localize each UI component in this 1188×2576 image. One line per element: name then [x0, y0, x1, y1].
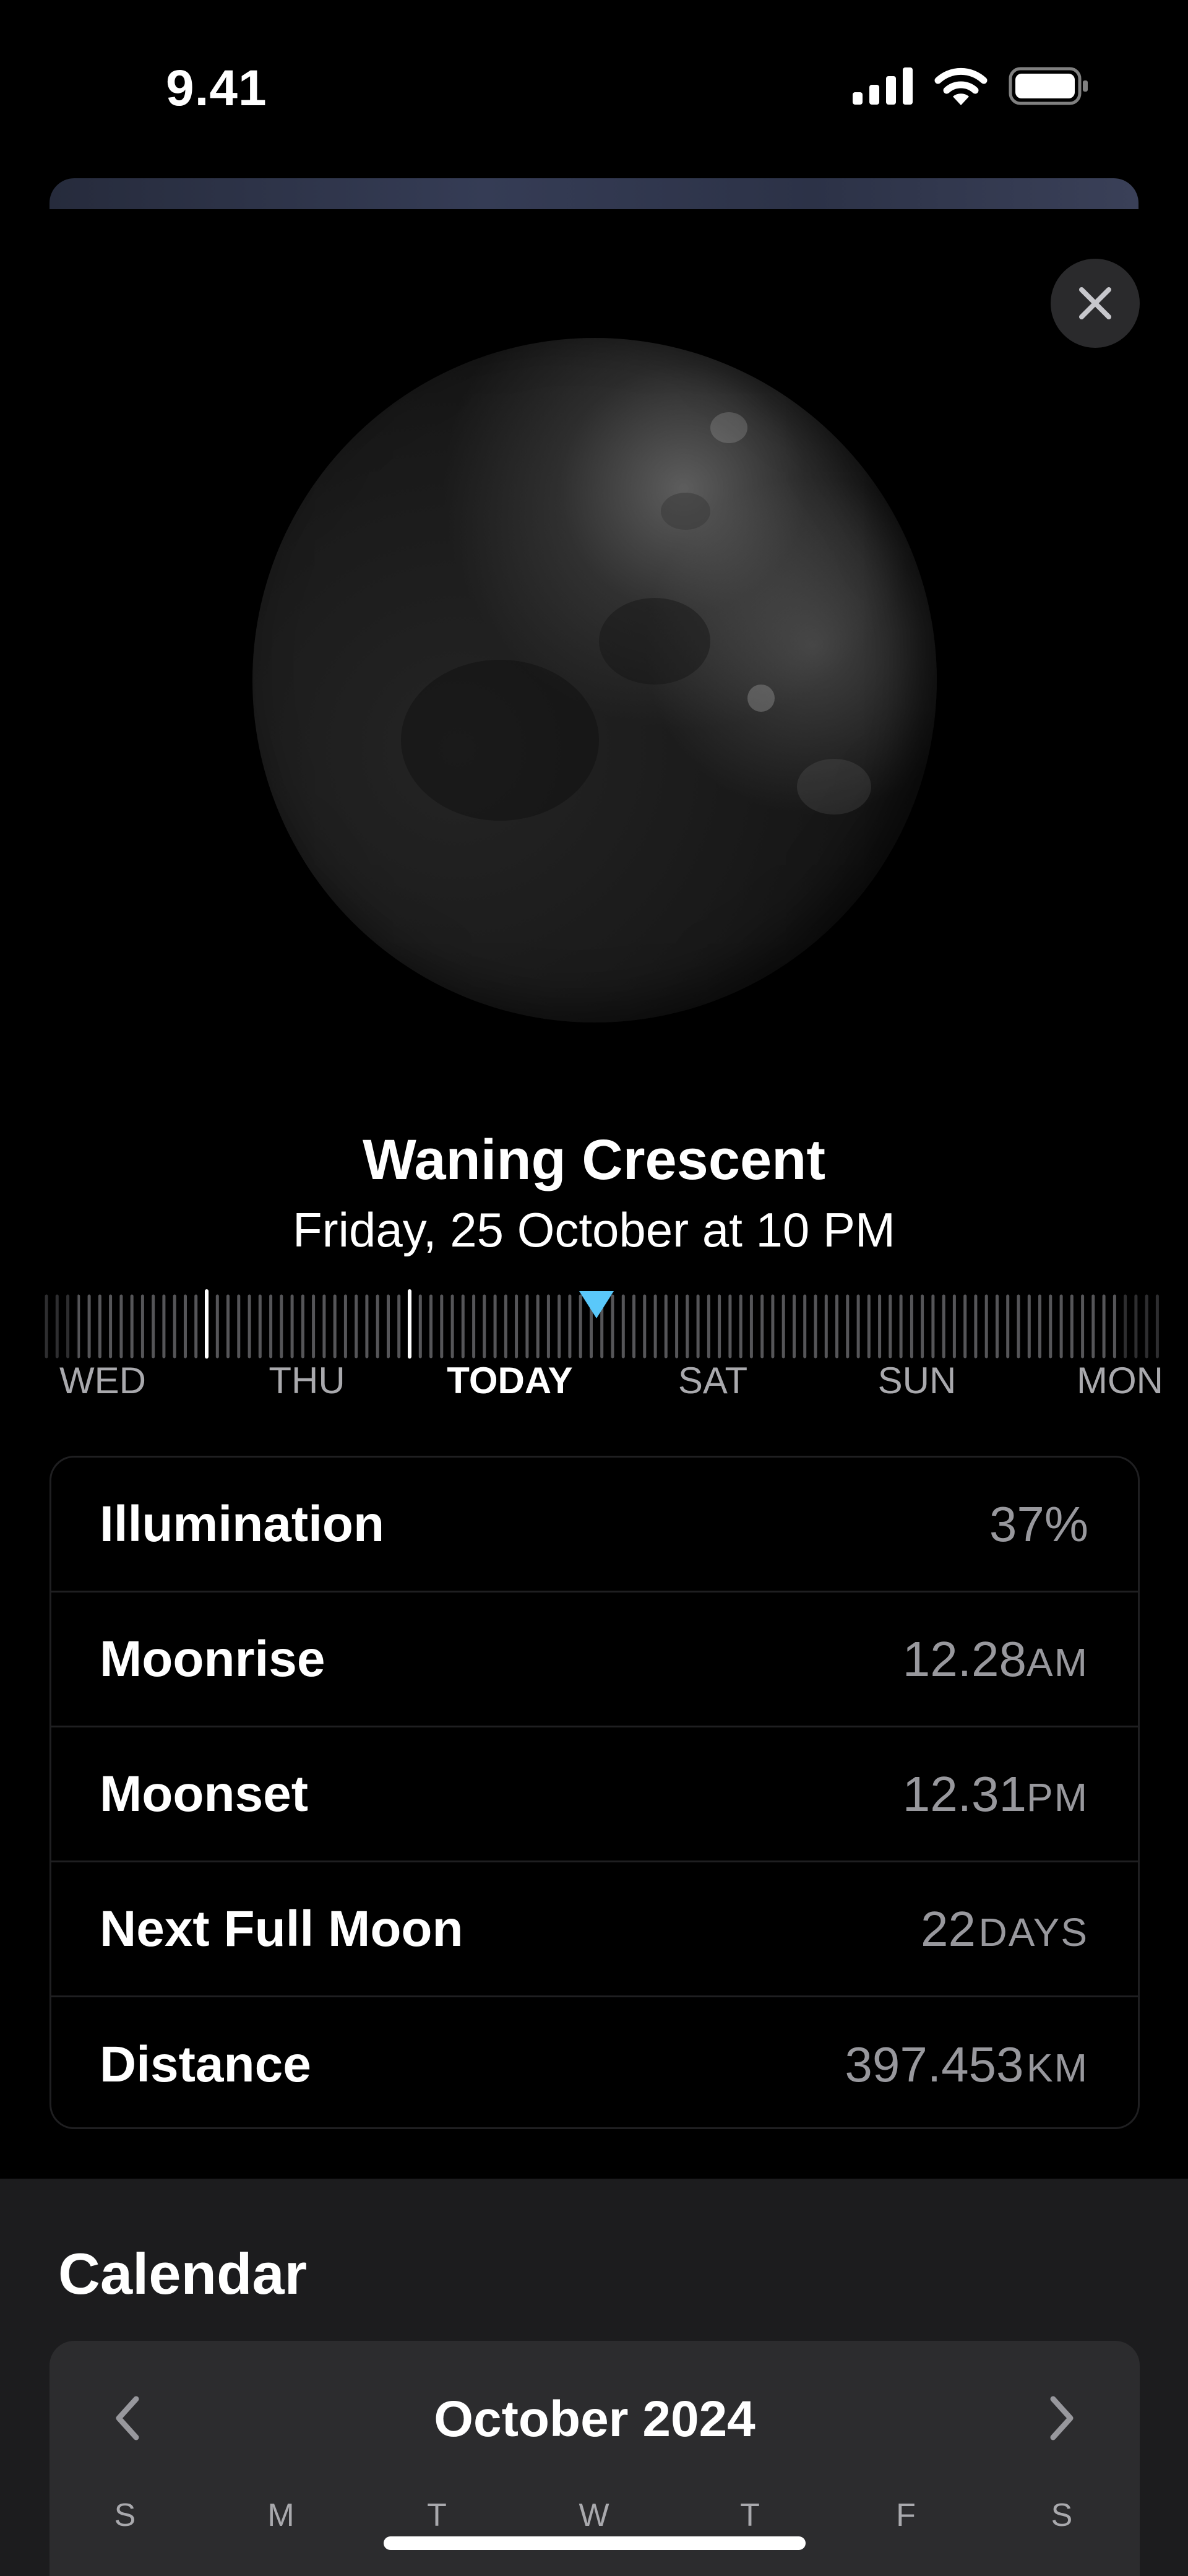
- info-label: Moonrise: [100, 1630, 325, 1687]
- underlying-card: [50, 178, 1138, 209]
- distance-row: Distance 397.453 KM: [51, 1997, 1138, 2127]
- info-unit: AM: [1027, 1640, 1088, 1685]
- info-label: Illumination: [100, 1495, 385, 1552]
- day-label-today[interactable]: TODAY: [447, 1359, 572, 1402]
- moon-crater: [747, 685, 775, 712]
- day-label-thu[interactable]: THU: [269, 1359, 345, 1402]
- info-value: 12.28: [902, 1631, 1027, 1687]
- weekday-label: F: [896, 2497, 916, 2533]
- timeline-fade-right: [1117, 1289, 1161, 1363]
- info-unit: PM: [1027, 1774, 1088, 1820]
- info-value-group: 37%: [989, 1496, 1088, 1553]
- chevron-right-icon: [1050, 2396, 1074, 2440]
- info-unit: DAYS: [978, 1909, 1088, 1955]
- weekday-label: M: [267, 2497, 295, 2533]
- weekday-label: S: [1051, 2497, 1073, 2533]
- status-bar: 9.41: [0, 0, 1188, 173]
- next-month-button[interactable]: [1040, 2390, 1083, 2446]
- weekday-label: W: [579, 2497, 609, 2533]
- moon-timeline-scrubber[interactable]: [35, 1289, 1161, 1363]
- calendar-title: Calendar: [58, 2241, 308, 2306]
- moon-image: [252, 338, 937, 1022]
- calendar-month-label: October 2024: [434, 2391, 755, 2447]
- info-label: Moonset: [100, 1765, 309, 1822]
- status-icons: [853, 67, 1089, 105]
- day-label-sun[interactable]: SUN: [878, 1359, 957, 1402]
- moon-crater: [710, 412, 747, 443]
- info-value: 397.453: [845, 2037, 1024, 2092]
- moon-details-table: Illumination 37% Moonrise 12.28AM Moonse…: [50, 1456, 1140, 2129]
- calendar-section: Calendar October 2024 S M T W T F S: [0, 2179, 1188, 2576]
- timeline-day-labels: WED THU TODAY SAT SUN MON: [0, 1359, 1188, 1409]
- moon-crater: [797, 759, 871, 815]
- info-value-group: 12.31PM: [903, 1766, 1088, 1823]
- timeline-ticks: [35, 1289, 1161, 1363]
- info-value-group: 397.453 KM: [845, 2036, 1088, 2093]
- next-full-moon-row: Next Full Moon 22 DAYS: [51, 1862, 1138, 1997]
- battery-icon: [1009, 67, 1088, 105]
- moon-crater: [401, 660, 599, 821]
- moon-crater: [599, 598, 710, 685]
- timeline-fade-left: [35, 1289, 78, 1363]
- weekday-label: S: [114, 2497, 136, 2533]
- moon-crater: [661, 493, 710, 530]
- info-value: 37%: [989, 1496, 1088, 1552]
- cellular-signal-icon: [853, 67, 913, 105]
- weekday-label: T: [427, 2497, 447, 2533]
- info-value-group: 12.28AM: [903, 1631, 1088, 1688]
- info-unit: KM: [1027, 2046, 1088, 2090]
- moonset-row: Moonset 12.31PM: [51, 1727, 1138, 1862]
- info-value: 22: [921, 1901, 976, 1956]
- status-time: 9.41: [166, 60, 267, 116]
- timeline-current-marker[interactable]: [579, 1291, 614, 1318]
- day-label-sat[interactable]: SAT: [678, 1359, 747, 1402]
- moonrise-row: Moonrise 12.28AM: [51, 1593, 1138, 1727]
- close-icon: [1079, 287, 1111, 319]
- day-label-mon[interactable]: MON: [1077, 1359, 1163, 1402]
- info-value: 12.31: [902, 1766, 1027, 1822]
- wifi-icon: [934, 67, 988, 105]
- moon-phase-title: Waning Crescent: [362, 1128, 826, 1191]
- day-label-wed[interactable]: WED: [59, 1359, 146, 1402]
- home-indicator[interactable]: [384, 2536, 806, 2550]
- info-label: Distance: [100, 2036, 311, 2093]
- illumination-row: Illumination 37%: [51, 1458, 1138, 1593]
- close-button[interactable]: [1051, 259, 1140, 348]
- weekday-label: T: [740, 2497, 760, 2533]
- moon-phase-date: Friday, 25 October at 10 PM: [293, 1203, 895, 1257]
- info-value-group: 22 DAYS: [921, 1901, 1088, 1958]
- info-label: Next Full Moon: [100, 1900, 463, 1957]
